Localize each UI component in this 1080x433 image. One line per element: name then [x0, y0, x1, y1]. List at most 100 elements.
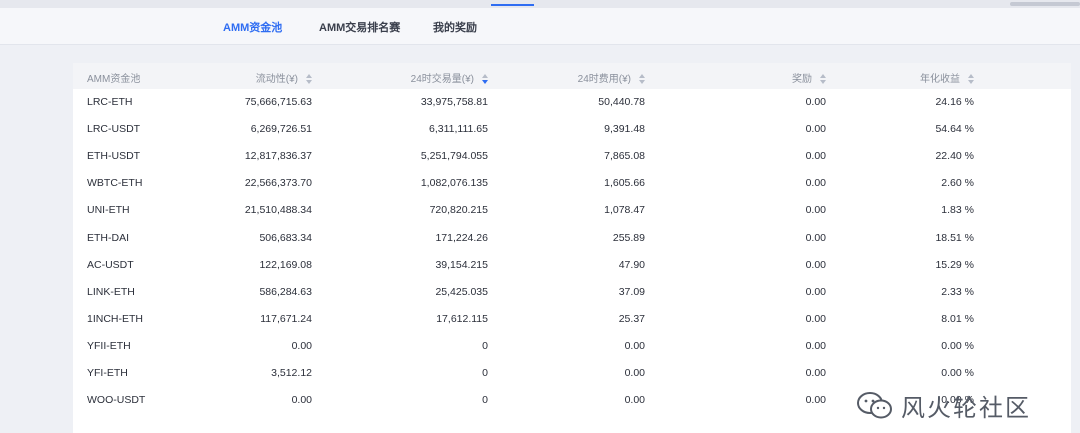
liquidity-cell: 21,510,488.34 [244, 204, 312, 217]
header-liquidity[interactable]: 流动性(¥) [256, 70, 312, 85]
apy-cell: 0.00 % [941, 367, 974, 379]
fees-cell: 25.37 [618, 312, 645, 325]
apy-cell: 24.16 % [935, 96, 974, 108]
pool-table: AMM资金池 流动性(¥) 24时交易量(¥) 24时费用(¥) 奖励 年化收益… [73, 63, 1071, 433]
table-row[interactable]: WBTC-ETH 22,566,373.70 1,082,076.135 1,605.… [73, 170, 1071, 197]
rewards-cell: 0.00 [805, 177, 826, 190]
apy-cell: 2.33 % [941, 285, 974, 298]
volume-cell: 1,082,076.135 [420, 177, 488, 190]
fees-cell: 1,078.47 [604, 204, 645, 217]
volume-cell: 39,154.215 [435, 258, 488, 271]
tab-my-rewards[interactable]: 我的奖励 [433, 19, 477, 35]
top-indicator [491, 4, 534, 6]
fees-cell: 37.09 [618, 285, 645, 298]
table-row[interactable]: 1INCH-ETH 117,671.24 17,612.115 25.37 0.00 8.… [73, 306, 1071, 333]
liquidity-cell: 0.00 [291, 339, 312, 352]
tab-amm-ranking[interactable]: AMM交易排名赛 [319, 19, 400, 35]
pool-name-cell: ETH-DAI [87, 231, 129, 244]
pool-name-cell: LRC-USDT [87, 123, 141, 136]
pool-name-cell: WBTC-ETH [87, 177, 143, 190]
liquidity-cell: 117,671.24 [260, 312, 312, 325]
table-row[interactable]: YFII-ETH 0.00 0 0.00 0.00 0.00 % [73, 333, 1071, 360]
liquidity-cell: 6,269,726.51 [250, 123, 312, 136]
fees-cell: 7,865.08 [604, 150, 645, 163]
table-row[interactable]: ETH-DAI 506,683.34 171,224.26 255.89 0.00 18.… [73, 225, 1071, 252]
apy-cell: 18.51 % [935, 231, 974, 244]
pool-name-cell: YFII-ETH [87, 339, 131, 352]
fees-cell: 0.00 [624, 367, 645, 379]
top-corner-bar [1010, 2, 1080, 6]
fees-cell: 255.89 [612, 231, 645, 244]
liquidity-cell: 586,284.63 [259, 285, 312, 298]
volume-cell: 25,425.035 [435, 285, 488, 298]
liquidity-cell: 12,817,836.37 [244, 150, 312, 163]
header-24h-volume[interactable]: 24时交易量(¥) [411, 70, 488, 85]
pool-name-cell: ETH-USDT [87, 150, 141, 163]
fees-cell: 47.90 [618, 258, 645, 271]
liquidity-cell: 506,683.34 [259, 231, 312, 244]
top-strip [0, 0, 1080, 8]
liquidity-cell: 22,566,373.70 [244, 177, 312, 190]
table-row[interactable]: ETH-USDT 12,817,836.37 5,251,794.055 7,865.… [73, 143, 1071, 170]
liquidity-cell: 3,512.12 [271, 367, 312, 379]
apy-cell: 2.60 % [941, 177, 974, 190]
volume-cell: 33,975,758.81 [420, 96, 488, 108]
rewards-cell: 0.00 [805, 204, 826, 217]
sort-icon[interactable] [306, 74, 312, 85]
volume-cell: 0 [482, 367, 488, 379]
watermark: 风火轮社区 [855, 388, 1031, 423]
fees-cell: 1,605.66 [604, 177, 645, 190]
rewards-cell: 0.00 [805, 123, 826, 136]
pool-name-cell: UNI-ETH [87, 204, 130, 217]
table-row[interactable]: UNI-ETH 21,510,488.34 720,820.215 1,078.47 0… [73, 197, 1071, 224]
header-apy[interactable]: 年化收益 [920, 70, 974, 85]
table-row[interactable]: AC-USDT 122,169.08 39,154.215 47.90 0.00 15.2… [73, 252, 1071, 279]
pool-name-cell: LRC-ETH [87, 96, 133, 108]
pool-name-cell: 1INCH-ETH [87, 312, 144, 325]
pool-name-cell: WOO-USDT [87, 394, 146, 407]
header-24h-fees[interactable]: 24时费用(¥) [578, 70, 645, 85]
rewards-cell: 0.00 [805, 367, 826, 379]
table-header: AMM资金池 流动性(¥) 24时交易量(¥) 24时费用(¥) 奖励 年化收益 [73, 63, 1071, 89]
liquidity-cell: 0.00 [291, 394, 312, 407]
liquidity-cell: 75,666,715.63 [244, 96, 312, 108]
header-pool: AMM资金池 [87, 74, 141, 85]
watermark-text: 风火轮社区 [901, 394, 1031, 422]
tab-amm-pool[interactable]: AMM资金池 [223, 19, 282, 35]
fees-cell: 0.00 [624, 394, 645, 407]
fees-cell: 9,391.48 [604, 123, 645, 136]
rewards-cell: 0.00 [805, 231, 826, 244]
rewards-cell: 0.00 [805, 312, 826, 325]
liquidity-cell: 122,169.08 [259, 258, 312, 271]
volume-cell: 6,311,111.65 [429, 123, 488, 136]
wechat-icon [857, 391, 892, 418]
sort-icon[interactable] [968, 74, 974, 85]
apy-cell: 1.83 % [941, 204, 974, 217]
header-rewards[interactable]: 奖励 [792, 70, 826, 85]
sort-icon[interactable] [820, 74, 826, 85]
table-row[interactable]: LRC-USDT 6,269,726.51 6,311,111.65 9,391.48… [73, 116, 1071, 143]
apy-cell: 15.29 % [935, 258, 974, 271]
apy-cell: 54.64 % [935, 123, 974, 136]
sort-desc-icon[interactable] [482, 74, 488, 85]
volume-cell: 17,612.115 [436, 312, 488, 325]
table-row[interactable]: YFI-ETH 3,512.12 0 0.00 0.00 0.00 % [73, 360, 1071, 387]
pool-name-cell: AC-USDT [87, 258, 134, 271]
volume-cell: 0 [482, 394, 488, 407]
table-row[interactable]: LRC-ETH 75,666,715.63 33,975,758.81 50,440.… [73, 89, 1071, 116]
pool-name-cell: LINK-ETH [87, 285, 135, 298]
sort-icon[interactable] [639, 74, 645, 85]
apy-cell: 8.01 % [941, 312, 974, 325]
apy-cell: 0.00 % [941, 339, 974, 352]
tab-bar: AMM资金池 AMM交易排名赛 我的奖励 [0, 8, 1080, 45]
volume-cell: 5,251,794.055 [420, 150, 488, 163]
fees-cell: 0.00 [624, 339, 645, 352]
volume-cell: 171,224.26 [435, 231, 488, 244]
table-row[interactable]: LINK-ETH 586,284.63 25,425.035 37.09 0.00 2.3… [73, 279, 1071, 306]
rewards-cell: 0.00 [805, 150, 826, 163]
volume-cell: 0 [482, 339, 488, 352]
fees-cell: 50,440.78 [598, 96, 645, 108]
rewards-cell: 0.00 [805, 285, 826, 298]
rewards-cell: 0.00 [805, 96, 826, 108]
rewards-cell: 0.00 [805, 339, 826, 352]
